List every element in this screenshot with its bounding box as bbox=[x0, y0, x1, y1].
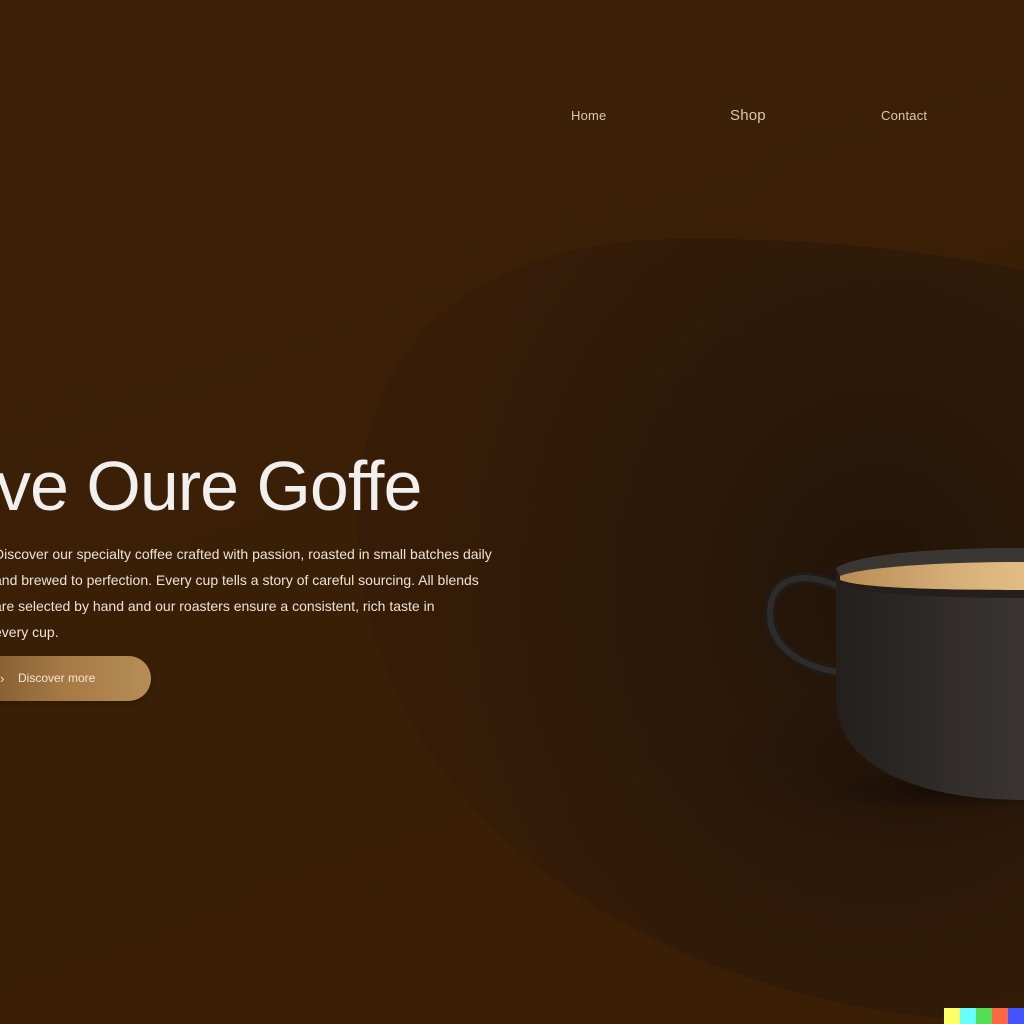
discover-more-button[interactable]: › Discover more bbox=[0, 656, 151, 701]
hero-description: Discover our specialty coffee crafted wi… bbox=[0, 541, 594, 645]
hero-title: ve Oure Goffe bbox=[0, 447, 422, 525]
swatch-cyan bbox=[960, 1008, 976, 1024]
hero-description-line: Discover our specialty coffee crafted wi… bbox=[0, 546, 492, 562]
nav-link-shop[interactable]: Shop bbox=[730, 107, 766, 124]
top-nav: Home Shop Contact bbox=[0, 107, 1024, 128]
nav-link-home[interactable]: Home bbox=[571, 108, 606, 123]
chevron-right-icon: › bbox=[0, 671, 5, 686]
nav-link-contact[interactable]: Contact bbox=[881, 108, 927, 123]
hero-description-line: are selected by hand and our roasters en… bbox=[0, 598, 435, 614]
cta-label: Discover more bbox=[18, 671, 96, 685]
coffee-cup-icon bbox=[763, 548, 1024, 810]
swatch-blue bbox=[1008, 1008, 1024, 1024]
swatch-green bbox=[976, 1008, 992, 1024]
hero-description-line: every cup. bbox=[0, 624, 59, 640]
swatch-yellow bbox=[944, 1008, 960, 1024]
hero-description-line: and brewed to perfection. Every cup tell… bbox=[0, 572, 479, 588]
swatch-red bbox=[992, 1008, 1008, 1024]
color-palette-strip bbox=[944, 1008, 1024, 1024]
landing-page: Home Shop Contact ve Oure Goffe Discover… bbox=[0, 0, 1024, 1024]
